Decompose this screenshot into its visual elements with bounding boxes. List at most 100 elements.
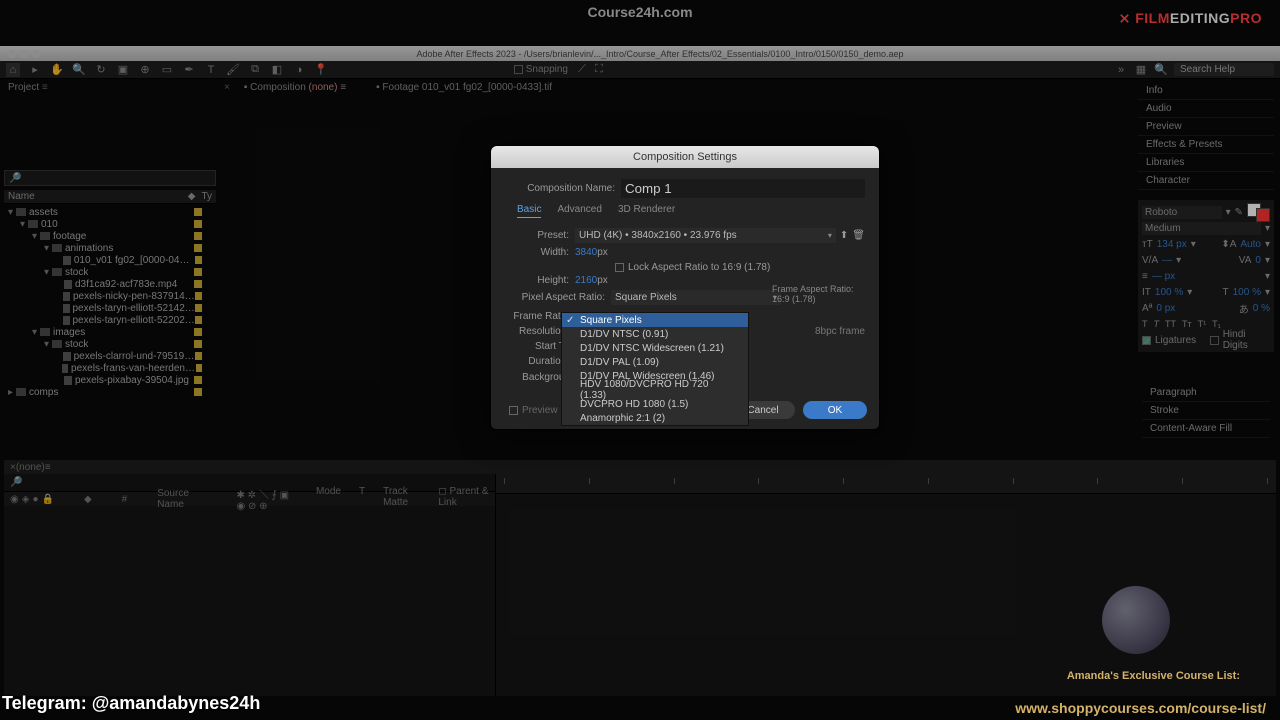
rotate-tool-icon[interactable]: ↻	[94, 63, 108, 77]
project-panel-tab[interactable]: Project ≡	[8, 82, 48, 93]
par-option[interactable]: Anamorphic 2:1 (2)	[562, 411, 748, 425]
hscale-input[interactable]: 100 %	[1233, 287, 1261, 298]
shape-tool-icon[interactable]: ▭	[160, 63, 174, 77]
panel-libraries[interactable]: Libraries	[1138, 154, 1274, 172]
tracking-input[interactable]: 0	[1255, 255, 1261, 266]
composition-tab[interactable]: ▪ Composition (none) ≡	[244, 82, 346, 93]
folder-row[interactable]: ▾010	[4, 218, 216, 230]
snapping-toggle[interactable]: Snapping ⟋ ⛶	[514, 63, 606, 77]
chevron-down-icon[interactable]: ▾	[1226, 207, 1231, 218]
text-tool-icon[interactable]: T	[204, 63, 218, 77]
roto-tool-icon[interactable]: ◑	[292, 63, 306, 77]
eyedropper-icon[interactable]: ✎	[1235, 207, 1243, 218]
mode-column[interactable]: Mode	[316, 486, 341, 512]
parent-column[interactable]: ◻ Parent & Link	[438, 486, 489, 512]
snapping-opt-icon[interactable]: ⟋	[575, 63, 589, 77]
file-row[interactable]: pexels-taryn-elliott-5220259.mp4	[4, 314, 216, 326]
tab-3d-renderer[interactable]: 3D Renderer	[618, 204, 675, 218]
panel-info[interactable]: Info	[1138, 82, 1274, 100]
hindi-checkbox[interactable]	[1210, 336, 1219, 345]
file-row[interactable]: pexels-pixabay-39504.jpg	[4, 374, 216, 386]
t-column[interactable]: T	[359, 486, 365, 512]
project-column-name[interactable]: Name	[8, 191, 35, 202]
file-row[interactable]: pexels-frans-van-heerden-802112.jpg	[4, 362, 216, 374]
panel-stroke[interactable]: Stroke	[1142, 402, 1270, 420]
brush-tool-icon[interactable]: 🖌	[226, 63, 240, 77]
smallcaps-icon[interactable]: Tᴛ	[1182, 319, 1192, 329]
close-icon[interactable]: ×	[224, 82, 230, 93]
faux-italic-icon[interactable]: T	[1154, 319, 1160, 329]
height-input[interactable]: 2160	[575, 275, 597, 286]
stroke-swatch[interactable]	[1256, 208, 1270, 222]
timeline-search-icon[interactable]: 🔎	[10, 477, 22, 488]
preview-checkbox[interactable]	[509, 406, 518, 415]
tsume-input[interactable]: 0 %	[1253, 303, 1270, 314]
trackmatte-column[interactable]: Track Matte	[383, 486, 420, 512]
footage-tab[interactable]: ▪ Footage 010_v01 fg02_[0000-0433].tif	[376, 82, 552, 93]
source-name-column[interactable]: Source Name	[157, 488, 206, 510]
width-input[interactable]: 3840	[575, 247, 597, 258]
par-option[interactable]: D1/DV NTSC (0.91)	[562, 327, 748, 341]
ok-button[interactable]: OK	[803, 401, 867, 419]
preset-select[interactable]: UHD (4K) • 3840x2160 • 23.976 fps▾	[575, 228, 836, 243]
folder-row[interactable]: ▸comps	[4, 386, 216, 398]
folder-row[interactable]: ▾stock	[4, 338, 216, 350]
folder-row[interactable]: ▾assets	[4, 206, 216, 218]
solo-column-icon[interactable]: ●	[32, 494, 38, 505]
comp-name-input[interactable]	[621, 179, 865, 198]
folder-row[interactable]: ▾images	[4, 326, 216, 338]
par-select[interactable]: Square Pixels▾	[611, 290, 781, 305]
font-size-input[interactable]: 134 px	[1157, 239, 1187, 250]
preset-save-icon[interactable]: ⬆	[840, 230, 848, 241]
chevron-down-icon[interactable]: ▾	[1265, 223, 1270, 234]
eye-column-icon[interactable]: ◉	[10, 494, 19, 505]
file-row[interactable]: 010_v01 fg02_[0000-0433].tif	[4, 254, 216, 266]
file-row[interactable]: pexels-clarrol-und-795190.jpg	[4, 350, 216, 362]
hand-tool-icon[interactable]: ✋	[50, 63, 64, 77]
par-option[interactable]: HDV 1080/DVCPRO HD 720 (1.33)	[562, 383, 748, 397]
par-option[interactable]: Square Pixels✓	[562, 313, 748, 327]
pen-tool-icon[interactable]: ✒	[182, 63, 196, 77]
panel-paragraph[interactable]: Paragraph	[1142, 384, 1270, 402]
project-search-input[interactable]: 🔎	[4, 170, 216, 186]
preset-delete-icon[interactable]: 🗑	[852, 230, 865, 241]
panel-effects-presets[interactable]: Effects & Presets	[1138, 136, 1274, 154]
file-row[interactable]: d3f1ca92-acf783e.mp4	[4, 278, 216, 290]
panel-character[interactable]: Character	[1138, 172, 1274, 190]
leading-input[interactable]: Auto	[1240, 239, 1261, 250]
zoom-tool-icon[interactable]: 🔍	[72, 63, 86, 77]
eraser-tool-icon[interactable]: ◧	[270, 63, 284, 77]
baseline-input[interactable]: 0 px	[1156, 303, 1175, 314]
font-family-select[interactable]: Roboto	[1142, 206, 1222, 219]
home-icon[interactable]: ⌂	[6, 63, 20, 77]
audio-column-icon[interactable]: ◈	[22, 494, 30, 505]
stroke-width-input[interactable]: — px	[1152, 271, 1175, 282]
panel-preview[interactable]: Preview	[1138, 118, 1274, 136]
timeline-tab[interactable]: (none)	[16, 462, 45, 473]
selection-tool-icon[interactable]: ▸	[28, 63, 42, 77]
panel-audio[interactable]: Audio	[1138, 100, 1274, 118]
timeline-ruler[interactable]	[496, 474, 1276, 494]
label-column-icon[interactable]: ◆	[84, 494, 92, 505]
file-row[interactable]: pexels-nicky-pen-8379141.mp4	[4, 290, 216, 302]
label-column-icon[interactable]: ◆	[188, 191, 196, 202]
faux-bold-icon[interactable]: T	[1142, 319, 1148, 329]
lock-column-icon[interactable]: 🔒	[41, 494, 53, 505]
sync-icon[interactable]: »	[1114, 63, 1128, 77]
folder-row[interactable]: ▾animations	[4, 242, 216, 254]
folder-row[interactable]: ▾stock	[4, 266, 216, 278]
clone-tool-icon[interactable]: ⧉	[248, 63, 262, 77]
camera-tool-icon[interactable]: ▣	[116, 63, 130, 77]
tab-advanced[interactable]: Advanced	[557, 204, 601, 218]
kerning-input[interactable]: —	[1162, 255, 1172, 266]
par-option[interactable]: D1/DV PAL (1.09)	[562, 355, 748, 369]
superscript-icon[interactable]: T¹	[1198, 319, 1207, 329]
panel-content-aware-fill[interactable]: Content-Aware Fill	[1142, 420, 1270, 438]
par-option[interactable]: D1/DV NTSC Widescreen (1.21)	[562, 341, 748, 355]
pan-behind-icon[interactable]: ⊕	[138, 63, 152, 77]
subscript-icon[interactable]: T₁	[1212, 319, 1221, 329]
allcaps-icon[interactable]: TT	[1165, 319, 1176, 329]
lock-aspect-checkbox[interactable]	[615, 263, 624, 272]
workspace-icon[interactable]: ▦	[1134, 63, 1148, 77]
vscale-input[interactable]: 100 %	[1155, 287, 1183, 298]
